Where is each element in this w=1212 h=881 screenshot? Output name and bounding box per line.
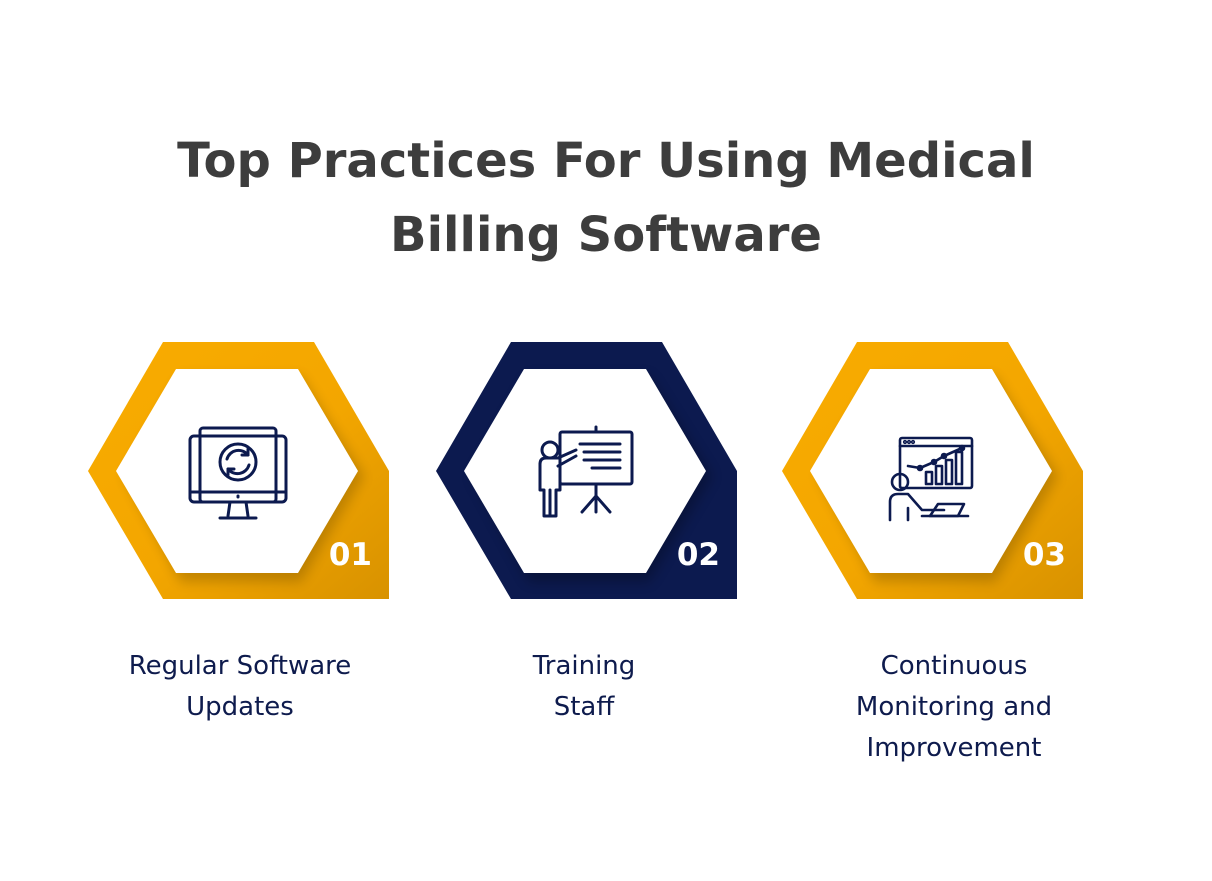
title-line-2: Billing Software [390,207,822,263]
label-line: Training [532,651,636,681]
monitor-refresh-icon [188,426,288,520]
practice-label-2: Training Staff [434,646,734,728]
practice-card-1: 01 [88,340,390,602]
page-title: Top Practices For Using Medical Billing … [0,124,1212,272]
practice-label-3: Continuous Monitoring and Improvement [804,646,1104,769]
analyst-chart-icon [888,436,974,522]
label-line: Continuous [880,651,1028,681]
practice-number: 02 [676,537,720,573]
practice-number: 03 [1022,537,1066,573]
label-line: Updates [186,692,294,722]
practice-card-2: 02 [436,340,738,602]
label-line: Improvement [866,733,1042,763]
practice-label-1: Regular Software Updates [90,646,390,728]
practice-number: 01 [328,537,372,573]
title-line-1: Top Practices For Using Medical [177,133,1035,189]
label-line: Staff [553,692,615,722]
label-line: Regular Software [128,651,352,681]
practice-card-3: 03 [782,340,1084,602]
label-line: Monitoring and [855,692,1053,722]
presenter-board-icon [538,425,634,518]
